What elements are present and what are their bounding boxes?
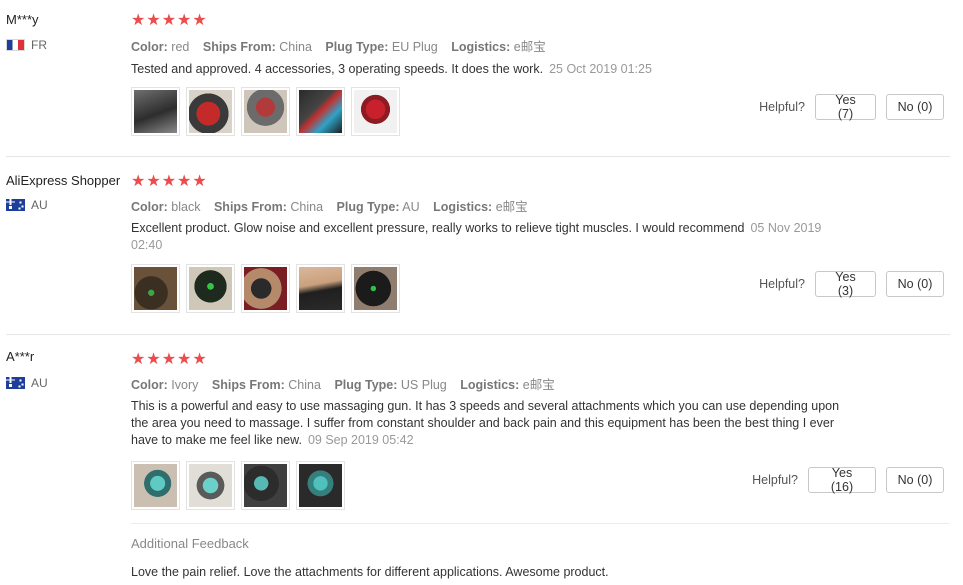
- review-photo[interactable]: [241, 264, 290, 313]
- additional-feedback-text: Love the pain relief. Love the attachmen…: [131, 565, 609, 579]
- prop-value: e邮宝: [495, 200, 528, 214]
- prop-label: Plug Type:: [325, 40, 389, 54]
- product-properties: Color: Ivory Ships From: China Plug Type…: [131, 374, 565, 393]
- additional-feedback-divider: [131, 523, 950, 524]
- helpful-no-button[interactable]: No (0): [886, 271, 944, 297]
- review-photo[interactable]: [241, 461, 290, 510]
- review-photo[interactable]: [296, 87, 345, 136]
- prop-value: e邮宝: [522, 378, 555, 392]
- product-properties: Color: black Ships From: China Plug Type…: [131, 196, 538, 215]
- star-rating: ★★★★★: [131, 12, 208, 29]
- review-photo[interactable]: [131, 461, 180, 510]
- helpful-label: Helpful?: [752, 473, 798, 487]
- prop-value: Ivory: [171, 378, 199, 392]
- prop-label: Plug Type:: [336, 200, 400, 214]
- reviewer-name: M***y: [6, 12, 39, 27]
- prop-value: China: [288, 378, 321, 392]
- review-date: 09 Sep 2019 05:42: [307, 433, 414, 447]
- review-text: Tested and approved. 4 accessories, 3 op…: [131, 61, 851, 78]
- review-photo[interactable]: [351, 87, 400, 136]
- review-photo[interactable]: [351, 264, 400, 313]
- prop-value: China: [279, 40, 312, 54]
- review-date: 25 Oct 2019 01:25: [549, 62, 652, 76]
- review-body: This is a powerful and easy to use massa…: [131, 399, 840, 447]
- helpful-vote: Helpful? Yes (7) No (0): [759, 93, 944, 121]
- helpful-no-button[interactable]: No (0): [886, 94, 944, 120]
- review-photo[interactable]: [241, 87, 290, 136]
- flag-au-icon: [6, 377, 25, 389]
- helpful-yes-button[interactable]: Yes (16): [808, 466, 876, 494]
- helpful-vote: Helpful? Yes (16) No (0): [752, 466, 944, 494]
- additional-feedback-title: Additional Feedback: [131, 536, 249, 551]
- reviewer-country: FR: [6, 38, 47, 52]
- prop-label: Color:: [131, 378, 168, 392]
- review-photo[interactable]: [186, 87, 235, 136]
- reviewer-country: AU: [6, 198, 48, 212]
- reviewer-country: AU: [6, 376, 48, 390]
- review-photos: [131, 461, 345, 510]
- review-photo[interactable]: [186, 264, 235, 313]
- country-code: AU: [31, 198, 48, 212]
- review-photo[interactable]: [131, 264, 180, 313]
- prop-label: Color:: [131, 200, 168, 214]
- review-photo[interactable]: [296, 264, 345, 313]
- review-item: A***r AU ★★★★★ Color: Ivory Ships From: …: [0, 335, 952, 585]
- review-photo[interactable]: [296, 461, 345, 510]
- country-code: FR: [31, 38, 47, 52]
- prop-value: China: [290, 200, 324, 214]
- review-photo[interactable]: [131, 87, 180, 136]
- helpful-vote: Helpful? Yes (3) No (0): [759, 270, 944, 298]
- prop-label: Ships From:: [211, 378, 285, 392]
- product-properties: Color: red Ships From: China Plug Type: …: [131, 36, 556, 55]
- review-item: AliExpress Shopper AU ★★★★★ Color: black…: [0, 157, 952, 335]
- prop-label: Logistics:: [451, 40, 511, 54]
- star-rating: ★★★★★: [131, 351, 208, 368]
- reviewer-name: AliExpress Shopper: [6, 173, 121, 188]
- review-body: Tested and approved. 4 accessories, 3 op…: [131, 62, 544, 76]
- star-rating: ★★★★★: [131, 173, 208, 190]
- helpful-yes-button[interactable]: Yes (3): [815, 270, 876, 298]
- review-photos: [131, 264, 400, 313]
- flag-au-icon: [6, 199, 25, 211]
- review-text: This is a powerful and easy to use massa…: [131, 398, 851, 449]
- review-text: Excellent product. Glow noise and excell…: [131, 220, 831, 254]
- country-code: AU: [31, 376, 48, 390]
- prop-value: US Plug: [400, 378, 447, 392]
- prop-label: Logistics:: [433, 200, 493, 214]
- review-photos: [131, 87, 400, 136]
- prop-label: Ships From:: [202, 40, 276, 54]
- prop-label: Plug Type:: [334, 378, 398, 392]
- review-item: M***y FR ★★★★★ Color: red Ships From: Ch…: [0, 0, 952, 157]
- reviewer-name: A***r: [6, 349, 35, 364]
- prop-value: AU: [402, 200, 420, 214]
- helpful-no-button[interactable]: No (0): [886, 467, 944, 493]
- helpful-yes-button[interactable]: Yes (7): [815, 93, 876, 121]
- prop-value: e邮宝: [513, 40, 546, 54]
- review-photo[interactable]: [186, 461, 235, 510]
- prop-value: EU Plug: [391, 40, 438, 54]
- prop-label: Color:: [131, 40, 168, 54]
- helpful-label: Helpful?: [759, 277, 805, 291]
- prop-label: Logistics:: [460, 378, 520, 392]
- review-body: Excellent product. Glow noise and excell…: [131, 221, 745, 235]
- prop-label: Ships From:: [213, 200, 287, 214]
- helpful-label: Helpful?: [759, 100, 805, 114]
- prop-value: black: [171, 200, 201, 214]
- prop-value: red: [171, 40, 190, 54]
- flag-fr-icon: [6, 39, 25, 51]
